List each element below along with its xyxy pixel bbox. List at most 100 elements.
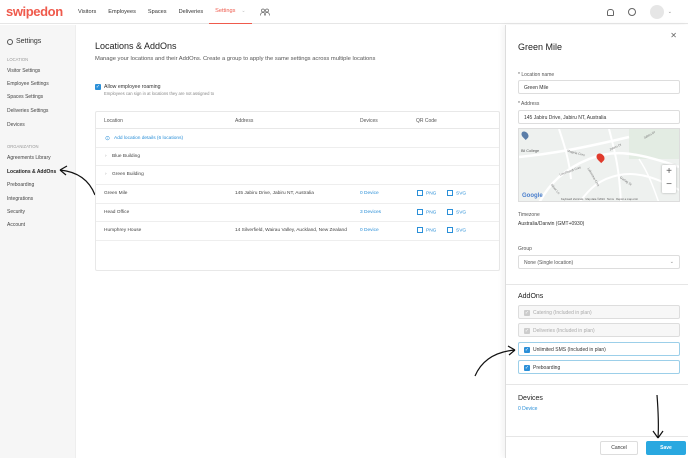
addon-unlimited-sms[interactable]: ✓ Unlimited SMS (Included in plan) [518, 342, 680, 356]
qr-png-link[interactable]: PNG [417, 190, 436, 196]
table-row[interactable]: Humphrey House 14 Silverfield, Wairau Va… [96, 222, 499, 241]
google-logo: Google [522, 193, 543, 199]
map-footer-item[interactable]: Terms [607, 198, 614, 201]
sidebar-item-devices[interactable]: Devices [7, 122, 25, 128]
location-address: 14 Silverfield, Wairau Valley, Auckland,… [235, 228, 347, 233]
sidebar-section-location: LOCATION [7, 57, 29, 62]
devices-link[interactable]: 0 Device [518, 406, 537, 412]
chevron-down-icon: ⌄ [669, 259, 674, 265]
add-location-row[interactable]: ⊙ Add location details (6 locations) [96, 129, 499, 148]
timezone-value: Australia/Darwin (GMT+0930) [518, 221, 585, 227]
location-map[interactable]: Bil College Magela Cres Jabiru Dr Leichh… [518, 128, 680, 202]
sidebar-item-preboarding[interactable]: Preboarding [7, 182, 34, 188]
sidebar-item-locations-addons[interactable]: Locations & AddOns [7, 169, 56, 175]
location-name: Humphrey House [104, 228, 142, 233]
devices-link[interactable]: 0 Device [360, 228, 379, 233]
addon-catering: ✓ Catering (Included in plan) [518, 305, 680, 319]
devices-link[interactable]: 0 Device [360, 191, 379, 196]
location-name: Green Mile [104, 191, 128, 196]
main-nav: Visitors Employees Spaces Deliveries Set… [72, 0, 270, 24]
sidebar-item-deliveries-settings[interactable]: Deliveries Settings [7, 108, 48, 114]
nav-employees[interactable]: Employees [102, 0, 142, 24]
table-header: Location Address Devices QR Code [96, 112, 499, 129]
address-input[interactable]: 145 Jabiru Drive, Jabiru NT, Australia [518, 110, 680, 124]
map-footer-item[interactable]: Report a map error [616, 198, 638, 201]
avatar[interactable] [649, 5, 664, 19]
sidebar-item-agreements-library[interactable]: Agreements Library [7, 155, 51, 161]
group-row[interactable]: › Green Building [96, 166, 499, 185]
nav-deliveries[interactable]: Deliveries [173, 0, 210, 24]
qr-code-icon [447, 227, 453, 233]
qr-code-icon [447, 190, 453, 196]
sidebar-item-account[interactable]: Account [7, 222, 25, 228]
chevron-down-icon[interactable]: ⌄ [668, 9, 672, 15]
qr-svg-link[interactable]: SVG [447, 209, 466, 215]
map-label: Bil College [521, 149, 540, 153]
location-pin-icon: ⊙ [105, 136, 111, 142]
zoom-out-button[interactable]: − [662, 179, 676, 193]
location-address: 145 Jabiru Drive, Jabiru NT, Australia [235, 191, 314, 196]
nav-visitors[interactable]: Visitors [72, 0, 102, 24]
qr-png-label: PNG [426, 210, 437, 216]
roaming-checkbox[interactable]: ✓ [95, 84, 101, 90]
qr-svg-label: SVG [456, 210, 467, 216]
chevron-right-icon[interactable]: › [105, 172, 107, 177]
addon-label: Catering (Included in plan) [533, 310, 592, 316]
save-button[interactable]: Save [646, 441, 686, 455]
main-content: Locations & AddOns Manage your locations… [77, 25, 507, 458]
qr-png-link[interactable]: PNG [417, 227, 436, 233]
add-location-link[interactable]: Add location details (6 locations) [114, 136, 183, 141]
bell-icon[interactable] [606, 8, 614, 16]
checkbox-icon[interactable]: ✓ [524, 346, 530, 353]
map-zoom-controls: + − [662, 165, 676, 193]
qr-code-icon [417, 227, 423, 233]
annotation-arrow-addon [474, 345, 516, 377]
table-row[interactable]: Head Office 3 Devices PNG SVG [96, 204, 499, 222]
roaming-label: Allow employee roaming [104, 84, 161, 90]
zoom-in-button[interactable]: + [662, 165, 676, 179]
sidebar-item-visitor-settings[interactable]: Visitor Settings [7, 68, 40, 74]
cancel-button[interactable]: Cancel [600, 441, 638, 455]
devices-link[interactable]: 3 Devices [360, 210, 381, 215]
chevron-down-icon: ⌄ [241, 8, 246, 14]
sidebar-title: Settings [7, 38, 41, 45]
swipedon-logo[interactable]: swipedon [6, 4, 68, 19]
sidebar-section-organization: ORGANIZATION [7, 144, 39, 149]
location-name-input[interactable]: Green Mile [518, 80, 680, 94]
group-select[interactable]: None (Single location) ⌄ [518, 255, 680, 269]
qr-code-icon [447, 209, 453, 215]
help-icon[interactable] [627, 8, 636, 16]
gear-icon [7, 38, 13, 45]
qr-png-link[interactable]: PNG [417, 209, 436, 215]
chevron-right-icon[interactable]: › [105, 154, 107, 159]
location-name-label: * Location name [518, 72, 555, 78]
qr-png-label: PNG [426, 191, 437, 197]
map-roads [519, 129, 679, 201]
sidebar-item-integrations[interactable]: Integrations [7, 196, 33, 202]
map-footer-item[interactable]: Keyboard shortcuts [561, 198, 583, 201]
locations-table: Location Address Devices QR Code ⊙ Add l… [95, 111, 500, 271]
qr-svg-link[interactable]: SVG [447, 190, 466, 196]
map-footer: Keyboard shortcuts Map data ©2024 Terms … [561, 198, 638, 201]
sidebar-item-security[interactable]: Security [7, 209, 25, 215]
people-icon[interactable] [259, 7, 270, 17]
sidebar-item-employee-settings[interactable]: Employee Settings [7, 81, 49, 87]
group-name: Green Building [112, 172, 144, 177]
checkbox-icon[interactable]: ✓ [524, 364, 530, 371]
page-title: Locations & AddOns [95, 41, 177, 51]
nav-settings[interactable]: Settings ⌄ [209, 0, 252, 24]
group-label: Group [518, 246, 532, 252]
addon-label: Preboarding [533, 365, 561, 371]
nav-spaces[interactable]: Spaces [142, 0, 173, 24]
addon-label: Deliveries (Included in plan) [533, 328, 595, 334]
sidebar-item-spaces-settings[interactable]: Spaces Settings [7, 94, 43, 100]
table-row[interactable]: Green Mile 145 Jabiru Drive, Jabiru NT, … [96, 185, 499, 204]
column-header-address: Address [235, 118, 254, 124]
group-row[interactable]: › Blue Building [96, 148, 499, 166]
timezone-label: Timezone [518, 212, 540, 218]
close-icon[interactable]: ✕ [670, 31, 677, 40]
qr-svg-link[interactable]: SVG [447, 227, 466, 233]
column-header-location: Location [104, 118, 123, 124]
addon-preboarding[interactable]: ✓ Preboarding [518, 360, 680, 374]
nav-settings-label: Settings [215, 8, 236, 14]
